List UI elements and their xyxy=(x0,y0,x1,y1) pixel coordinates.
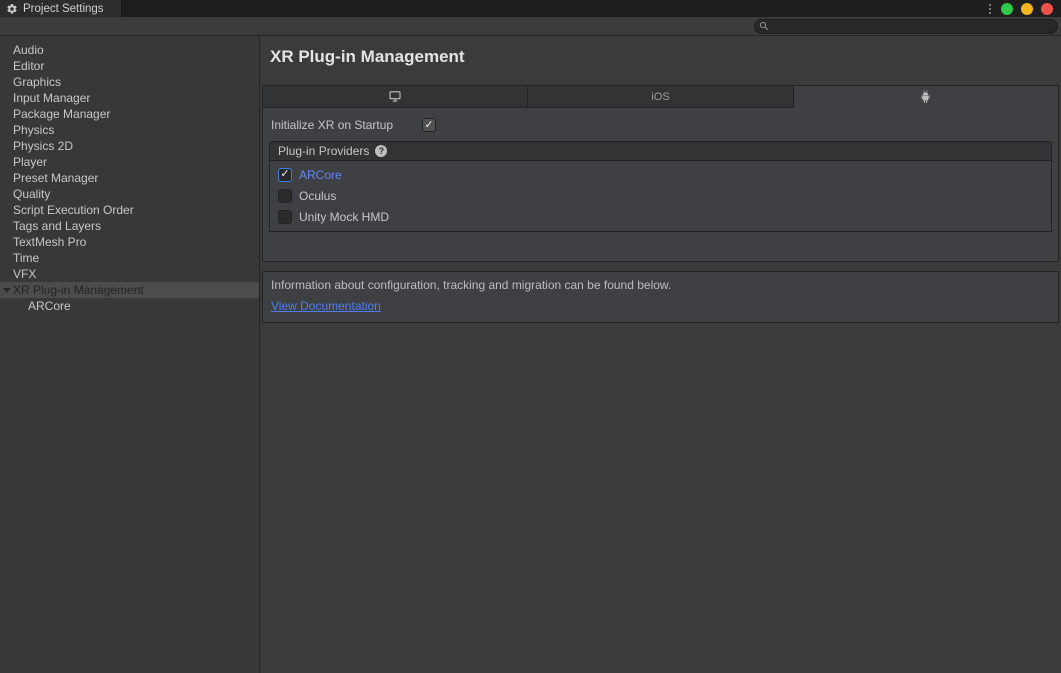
platform-tabs: iOS xyxy=(263,86,1058,108)
tab-ios-label: iOS xyxy=(651,91,669,103)
traffic-light-yellow[interactable] xyxy=(1021,3,1033,15)
initialize-xr-label: Initialize XR on Startup xyxy=(271,118,422,132)
initialize-xr-row: Initialize XR on Startup ✓ xyxy=(263,108,1058,141)
settings-content: XR Plug-in Management iOS xyxy=(260,36,1061,673)
traffic-light-red[interactable] xyxy=(1041,3,1053,15)
provider-row-oculus: ✓ Oculus xyxy=(270,185,1051,206)
sidebar-item-tags-and-layers[interactable]: Tags and Layers xyxy=(0,218,259,234)
panel-spacer xyxy=(263,232,1058,261)
settings-sidebar: Audio Editor Graphics Input Manager Pack… xyxy=(0,36,260,673)
tab-desktop[interactable] xyxy=(263,86,528,108)
project-settings-window: Project Settings Audio Editor Graphics I… xyxy=(0,0,1061,673)
plugin-providers-header: Plug-in Providers ? xyxy=(269,141,1052,161)
search-input[interactable] xyxy=(772,20,1051,33)
kebab-menu-icon[interactable] xyxy=(987,4,993,14)
sidebar-item-editor[interactable]: Editor xyxy=(0,58,259,74)
foldout-expanded-icon[interactable] xyxy=(3,288,11,293)
provider-row-arcore: ✓ ARCore xyxy=(270,164,1051,185)
sidebar-item-quality[interactable]: Quality xyxy=(0,186,259,202)
titlebar: Project Settings xyxy=(0,0,1061,17)
search-icon xyxy=(759,21,769,31)
sidebar-item-vfx[interactable]: VFX xyxy=(0,266,259,282)
gear-icon xyxy=(6,3,18,15)
tab-ios[interactable]: iOS xyxy=(528,86,793,108)
window-tab-project-settings[interactable]: Project Settings xyxy=(0,0,122,17)
window-title: Project Settings xyxy=(23,3,104,15)
oculus-label: Oculus xyxy=(299,189,336,203)
sidebar-item-input-manager[interactable]: Input Manager xyxy=(0,90,259,106)
initialize-xr-checkbox[interactable]: ✓ xyxy=(422,118,436,132)
traffic-light-green[interactable] xyxy=(1001,3,1013,15)
sidebar-item-arcore[interactable]: ARCore xyxy=(0,298,259,314)
oculus-checkbox[interactable]: ✓ xyxy=(278,189,292,203)
arcore-checkbox[interactable]: ✓ xyxy=(278,168,292,182)
sidebar-item-xr-plugin-management[interactable]: XR Plug-in Management xyxy=(0,282,259,298)
xr-platform-panel: iOS xyxy=(262,85,1059,262)
unity-mock-hmd-checkbox[interactable]: ✓ xyxy=(278,210,292,224)
sidebar-item-preset-manager[interactable]: Preset Manager xyxy=(0,170,259,186)
sidebar-item-physics-2d[interactable]: Physics 2D xyxy=(0,138,259,154)
sidebar-item-script-execution-order[interactable]: Script Execution Order xyxy=(0,202,259,218)
monitor-icon xyxy=(387,89,403,104)
android-icon xyxy=(919,90,932,104)
plugin-providers-list: ✓ ARCore ✓ Oculus ✓ Unity Mock HMD xyxy=(269,161,1052,232)
sidebar-item-audio[interactable]: Audio xyxy=(0,42,259,58)
sidebar-item-player[interactable]: Player xyxy=(0,154,259,170)
sidebar-item-physics[interactable]: Physics xyxy=(0,122,259,138)
provider-row-unity-mock-hmd: ✓ Unity Mock HMD xyxy=(270,206,1051,227)
sidebar-item-textmesh-pro[interactable]: TextMesh Pro xyxy=(0,234,259,250)
arcore-label: ARCore xyxy=(299,168,342,182)
titlebar-controls xyxy=(987,0,1061,17)
sidebar-item-package-manager[interactable]: Package Manager xyxy=(0,106,259,122)
sidebar-item-label: XR Plug-in Management xyxy=(13,283,144,297)
sidebar-item-time[interactable]: Time xyxy=(0,250,259,266)
search-box[interactable] xyxy=(754,19,1058,34)
help-icon[interactable]: ? xyxy=(375,145,387,157)
tab-android[interactable] xyxy=(794,86,1058,108)
sidebar-item-graphics[interactable]: Graphics xyxy=(0,74,259,90)
info-text: Information about configuration, trackin… xyxy=(271,278,1050,292)
toolbar xyxy=(0,17,1061,36)
info-box: Information about configuration, trackin… xyxy=(262,271,1059,323)
plugin-providers-label: Plug-in Providers xyxy=(278,144,369,158)
view-documentation-link[interactable]: View Documentation xyxy=(271,299,381,313)
unity-mock-hmd-label: Unity Mock HMD xyxy=(299,210,389,224)
page-title: XR Plug-in Management xyxy=(260,36,1061,85)
